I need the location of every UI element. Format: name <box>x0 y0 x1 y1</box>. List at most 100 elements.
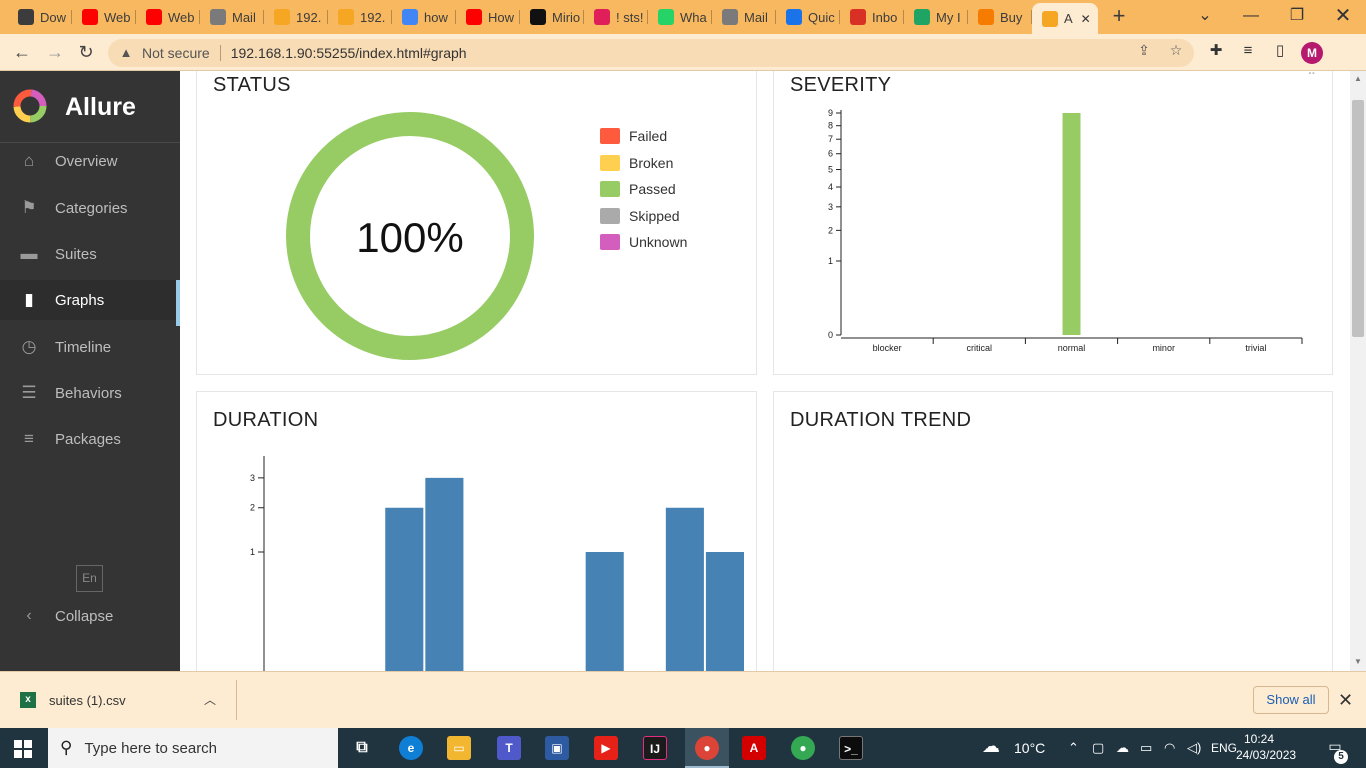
sidebar-item-timeline[interactable]: ◷ Timeline <box>0 327 180 367</box>
share-icon[interactable]: ⇪ <box>1135 41 1153 59</box>
excel-file-icon[interactable]: x <box>20 692 36 708</box>
intellij-icon[interactable]: IJ <box>643 736 667 760</box>
tab-label: Buy <box>1000 9 1023 25</box>
browser-tab[interactable]: Mail <box>200 4 264 30</box>
duration-bar[interactable] <box>425 477 464 671</box>
sidebar-item-behaviors[interactable]: ☰ Behaviors <box>0 373 180 413</box>
sidebar-item-label: Overview <box>55 152 118 170</box>
browser-tab[interactable]: Inbo <box>840 4 904 30</box>
legend-item-passed[interactable]: Passed <box>600 181 676 197</box>
y-tick-label: 2 <box>828 225 833 235</box>
chrome-secondary-icon[interactable]: ● <box>791 736 815 760</box>
side-panel-icon[interactable]: ▯ <box>1270 41 1290 61</box>
duration-bar[interactable] <box>705 552 744 671</box>
new-tab-button[interactable]: + <box>1108 5 1130 27</box>
browser-tab[interactable]: Wha <box>648 4 712 30</box>
browser-tab[interactable]: how <box>392 4 456 30</box>
status-widget: STATUS 100% Failed Broken Passed Skipped Unk… <box>196 71 757 375</box>
wifi-icon[interactable]: ◠ <box>1164 740 1175 756</box>
restore-button[interactable]: ❐ <box>1282 5 1312 27</box>
bookmark-star-icon[interactable]: ☆ <box>1167 41 1185 59</box>
brand-name: Allure <box>65 93 136 121</box>
minimize-button[interactable]: — <box>1236 5 1266 27</box>
drive-icon <box>914 9 930 25</box>
address-bar[interactable]: ▲ Not secure 192.168.1.90:55255/index.ht… <box>108 39 1194 67</box>
acrobat-icon[interactable]: A <box>742 736 766 760</box>
browser-tab[interactable]: My I <box>904 4 968 30</box>
legend-item-skipped[interactable]: Skipped <box>600 207 680 224</box>
show-all-button[interactable]: Show all <box>1253 686 1329 714</box>
security-label[interactable]: Not secure <box>142 45 210 61</box>
task-view-icon[interactable]: ⧉ <box>350 736 374 760</box>
scroll-down-arrow[interactable]: ▼ <box>1352 656 1364 668</box>
scrollbar-thumb[interactable] <box>1352 100 1364 337</box>
youtube-app-icon[interactable]: ▶ <box>594 736 618 760</box>
input-language[interactable]: ENG <box>1211 741 1237 755</box>
system-clock[interactable]: 10:24 24/03/2023 <box>1236 731 1296 763</box>
duration-bar[interactable] <box>665 507 704 671</box>
sidebar-item-overview[interactable]: ⌂ Overview <box>0 141 180 181</box>
close-window-button[interactable]: ✕ <box>1328 5 1358 27</box>
terminal-icon[interactable]: >_ <box>839 736 863 760</box>
browser-tab[interactable]: 192. <box>264 4 328 30</box>
tray-chevron-icon[interactable]: ⌃ <box>1068 740 1079 756</box>
warning-icon[interactable]: ▲ <box>118 45 134 61</box>
profile-avatar[interactable]: M <box>1301 42 1323 64</box>
browser-tab[interactable]: A ✕ <box>1032 3 1098 34</box>
browser-tab[interactable]: How <box>456 4 520 30</box>
close-tab-icon[interactable]: ✕ <box>1081 12 1091 26</box>
legend-item-unknown[interactable]: Unknown <box>600 234 687 250</box>
taskbar-search-box[interactable]: ⚲ Type here to search <box>48 728 338 768</box>
browser-tab[interactable]: Mirio <box>520 4 584 30</box>
x-tick-label: critical <box>967 343 993 353</box>
media-control-icon[interactable]: ≡ <box>1238 41 1258 61</box>
close-downloads-icon[interactable]: ✕ <box>1338 690 1353 711</box>
browser-tab[interactable]: 192. <box>328 4 392 30</box>
onedrive-icon[interactable]: ☁ <box>1116 740 1129 756</box>
control-panel-icon[interactable]: ▣ <box>545 736 569 760</box>
forward-button[interactable]: → <box>43 40 67 64</box>
sidebar-item-packages[interactable]: ≡ Packages <box>0 419 180 459</box>
legend-item-failed[interactable]: Failed <box>600 128 667 144</box>
scroll-up-arrow[interactable]: ▲ <box>1352 73 1364 85</box>
browser-tab[interactable]: Buy <box>968 4 1032 30</box>
collapse-button[interactable]: ‹ Collapse <box>0 596 180 636</box>
browser-tab[interactable]: Web <box>72 4 136 30</box>
tab-search-icon[interactable]: ⌄ <box>1190 5 1220 27</box>
browser-tab[interactable]: ! sts! <box>584 4 648 30</box>
volume-icon[interactable]: ◁) <box>1187 740 1201 756</box>
chrome-icon[interactable]: ● <box>695 736 719 760</box>
duration-bar[interactable] <box>385 507 424 671</box>
legend-item-broken[interactable]: Broken <box>600 154 673 171</box>
edge-icon[interactable]: e <box>399 736 423 760</box>
browser-tab[interactable]: Dow <box>8 4 72 30</box>
windows-start-icon[interactable] <box>14 740 32 758</box>
reload-button[interactable]: ↻ <box>74 40 98 64</box>
teams-icon[interactable]: T <box>497 736 521 760</box>
browser-tab[interactable]: Quic <box>776 4 840 30</box>
proxy-site-icon <box>722 9 738 25</box>
language-switch[interactable]: En <box>76 565 103 592</box>
severity-bar-normal[interactable] <box>1062 113 1081 335</box>
file-explorer-icon[interactable]: ▭ <box>447 736 471 760</box>
battery-icon[interactable]: ▭ <box>1140 740 1152 756</box>
chevron-up-icon[interactable]: ︿ <box>204 691 216 708</box>
x-tick-label: blocker <box>873 343 902 353</box>
briefcase-icon: ▬ <box>20 244 38 263</box>
sidebar-item-graphs[interactable]: ▮ Graphs <box>0 280 180 326</box>
duration-bar[interactable] <box>585 552 624 671</box>
back-button[interactable]: ← <box>10 40 34 64</box>
browser-tab[interactable]: Web <box>136 4 200 30</box>
extensions-icon[interactable]: ✚ <box>1206 41 1226 61</box>
sidebar-item-suites[interactable]: ▬ Suites <box>0 234 180 274</box>
weather-icon[interactable]: ☁ <box>982 736 1000 757</box>
sidebar-item-categories[interactable]: ⚑ Categories <box>0 188 180 228</box>
browser-tab[interactable]: Mail <box>712 4 776 30</box>
download-file-name[interactable]: suites (1).csv <box>49 693 126 708</box>
weather-temperature[interactable]: 10°C <box>1014 740 1045 756</box>
url-text[interactable]: 192.168.1.90:55255/index.html#graph <box>231 45 467 61</box>
status-donut-chart: 100% <box>286 112 534 360</box>
brand[interactable]: Allure <box>0 71 180 143</box>
meet-now-icon[interactable]: ▢ <box>1092 740 1104 756</box>
legend-label: Passed <box>629 181 676 197</box>
